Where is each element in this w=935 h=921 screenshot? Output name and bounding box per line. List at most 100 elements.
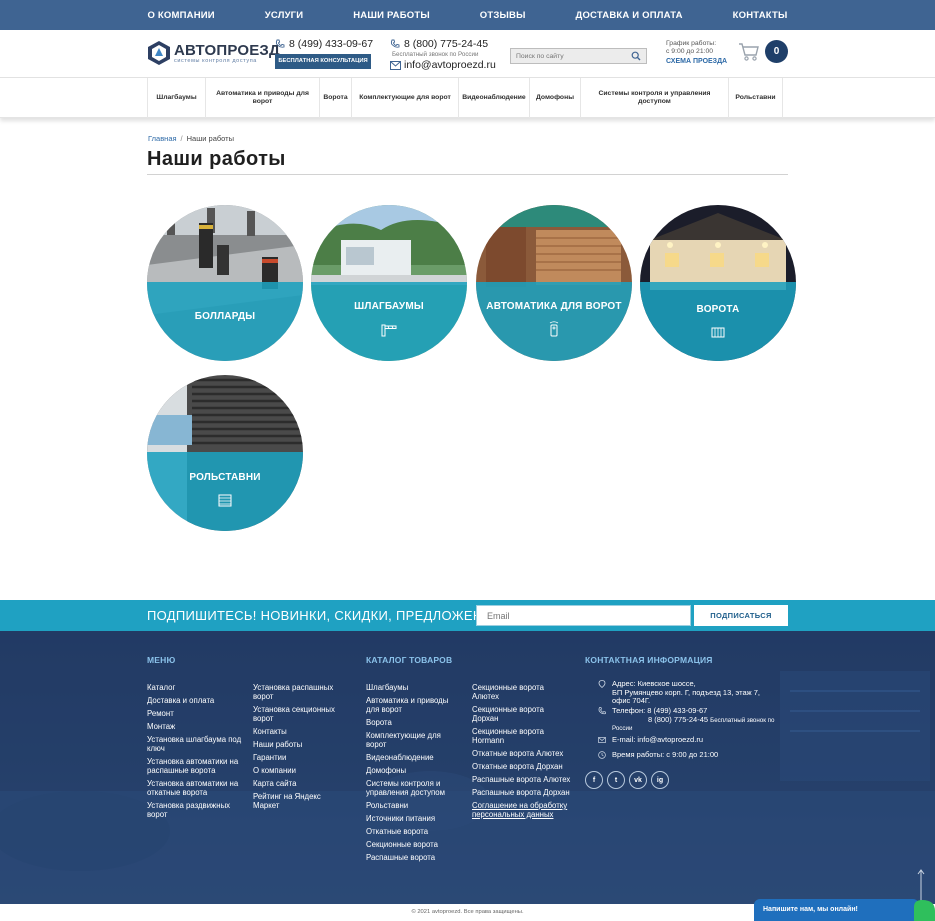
nav-services[interactable]: УСЛУГИ [265,10,304,21]
footer-link[interactable]: Секционные ворота [366,840,462,849]
footer-link[interactable]: Секционные ворота Hormann [472,727,572,745]
cat-access-control[interactable]: Системы контроля и управления доступом [581,78,729,118]
header-email[interactable]: info@avtoproezd.ru [404,59,496,71]
footer-link[interactable]: Домофоны [366,766,462,775]
footer-link[interactable]: Распашные ворота Алютех [472,775,572,784]
footer-link[interactable]: Автоматика и приводы для ворот [366,696,462,714]
footer-link[interactable]: Установка раздвижных ворот [147,801,247,819]
footer-link[interactable]: Откатные ворота [366,827,462,836]
work-label: ШЛАГБАУМЫ [354,301,424,312]
footer-link[interactable]: Установка автоматики на откатные ворота [147,779,247,797]
work-card-gates[interactable]: ВОРОТА [640,205,796,361]
footer-link[interactable]: Источники питания [366,814,462,823]
footer-background-photo [0,631,935,904]
footer-link[interactable]: Наши работы [253,740,345,749]
footer-link[interactable]: Видеонаблюдение [366,753,462,762]
footer-menu-col1: Каталог Доставка и оплата Ремонт Монтаж … [147,683,247,823]
footer-link[interactable]: Откатные ворота Дорхан [472,762,572,771]
work-label: БОЛЛАРДЫ [194,311,256,322]
footer-link[interactable]: Распашные ворота Дорхан [472,788,572,797]
footer-link[interactable]: Ремонт [147,709,247,718]
footer-link[interactable]: Ворота [366,718,462,727]
footer-link[interactable]: О компании [253,766,345,775]
footer-link[interactable]: Распашные ворота [366,853,462,862]
cat-intercoms[interactable]: Домофоны [530,78,581,118]
contact-address: Адрес: Киевское шоссе, БП Румянцево корп… [598,679,760,706]
twitter-icon[interactable]: t [607,771,625,789]
cat-cctv[interactable]: Видеонаблюдение [459,78,530,118]
work-label: АВТОМАТИКА ДЛЯ ВОРОТ [486,301,622,312]
footer-link[interactable]: Установка автоматики на распашные ворота [147,757,247,775]
footer-phone-2[interactable]: 8 (800) 775-24-45 [648,715,708,724]
cart-icon[interactable] [738,41,760,63]
footer-catalog-col2: Секционные ворота Алютех Секционные воро… [472,683,572,823]
gate-icon [711,327,725,338]
footer-phone-note: Бесплатный звонок по [710,716,775,724]
vk-icon[interactable]: vk [629,771,647,789]
footer-link[interactable]: Системы контроля и управления доступом [366,779,462,797]
footer-email[interactable]: E-mail: info@avtoproezd.ru [612,735,703,745]
footer-link[interactable]: Шлагбаумы [366,683,462,692]
phone-icon [598,707,606,715]
breadcrumb-separator: / [180,134,183,143]
email-field[interactable] [476,605,691,626]
footer-link[interactable]: Установка распашных ворот [253,683,345,701]
cat-gate-automation[interactable]: Автоматика и приводы для ворот [206,78,320,118]
nav-reviews[interactable]: ОТЗЫВЫ [480,10,526,21]
footer: МЕНЮ Каталог Доставка и оплата Ремонт Мо… [0,631,935,904]
breadcrumb-home[interactable]: Главная [148,134,177,143]
work-card-barriers[interactable]: ШЛАГБАУМЫ [311,205,467,361]
remote-control-icon [549,321,559,337]
footer-link[interactable]: Секционные ворота Дорхан [472,705,572,723]
cat-gate-parts[interactable]: Комплектующие для ворот [352,78,459,118]
footer-link[interactable]: Каталог [147,683,247,692]
footer-link[interactable]: Карта сайта [253,779,345,788]
page-title: Наши работы [147,148,286,170]
nav-contacts[interactable]: КОНТАКТЫ [733,10,788,21]
subscribe-button[interactable]: ПОДПИСАТЬСЯ [694,605,788,626]
work-card-shutters[interactable]: РОЛЬСТАВНИ [147,375,303,531]
footer-link[interactable]: Установка шлагбаума под ключ [147,735,247,753]
card-overlay [640,282,796,361]
map-link[interactable]: СХЕМА ПРОЕЗДА [666,58,727,66]
breadcrumb-current: Наши работы [186,134,234,143]
footer-link[interactable]: Откатные ворота Алютех [472,749,572,758]
cat-shutters[interactable]: Рольставни [729,78,783,118]
footer-link[interactable]: Рейтинг на Яндекс Маркет [253,792,345,810]
footer-link[interactable]: Установка секционных ворот [253,705,345,723]
search-icon[interactable] [631,51,641,61]
facebook-icon[interactable]: f [585,771,603,789]
free-consult-button[interactable]: БЕСПЛАТНАЯ КОНСУЛЬТАЦИЯ [275,54,371,69]
logo[interactable]: АВТОПРОЕЗД системы контроля доступа [147,40,280,66]
footer-link[interactable]: Комплектующие для ворот [366,731,462,749]
footer-link[interactable]: Рольставни [366,801,462,810]
privacy-link[interactable]: Соглашение на обработку персональных дан… [472,801,572,819]
footer-link[interactable]: Контакты [253,727,345,736]
footer-link[interactable]: Монтаж [147,722,247,731]
work-schedule: График работы: с 9:00 до 21:00 СХЕМА ПРО… [666,40,727,66]
schedule-label: График работы: [666,40,717,47]
cat-gates[interactable]: Ворота [320,78,352,118]
instagram-icon[interactable]: ig [651,771,669,789]
online-chat-button[interactable]: Напишите нам, мы онлайн! [754,899,919,921]
cat-barriers[interactable]: Шлагбаумы [148,78,206,118]
mail-icon [390,60,401,70]
cart-count-badge[interactable]: 0 [765,40,788,63]
cart[interactable]: 0 [738,40,788,63]
logo-name: АВТОПРОЕЗД [174,41,280,59]
footer-contact-title: КОНТАКТНАЯ ИНФОРМАЦИЯ [585,655,713,665]
search-input[interactable] [511,52,631,60]
footer-menu-col2: Установка распашных ворот Установка секц… [253,683,345,814]
work-card-gate-automation[interactable]: АВТОМАТИКА ДЛЯ ВОРОТ [476,205,632,361]
footer-link[interactable]: Гарантии [253,753,345,762]
chat-icon[interactable] [906,899,935,921]
nav-works[interactable]: НАШИ РАБОТЫ [353,10,430,21]
phone-number-2[interactable]: 8 (800) 775-24-45 [404,38,488,50]
phone-block-2: 8 (800) 775-24-45 Бесплатный звонок по Р… [390,38,496,71]
work-card-bollards[interactable]: БОЛЛАРДЫ [147,205,303,361]
footer-link[interactable]: Доставка и оплата [147,696,247,705]
footer-link[interactable]: Секционные ворота Алютех [472,683,572,701]
nav-about[interactable]: О КОМПАНИИ [148,10,215,21]
phone-number-1[interactable]: 8 (499) 433-09-67 [289,38,373,50]
nav-delivery[interactable]: ДОСТАВКА И ОПЛАТА [576,10,683,21]
